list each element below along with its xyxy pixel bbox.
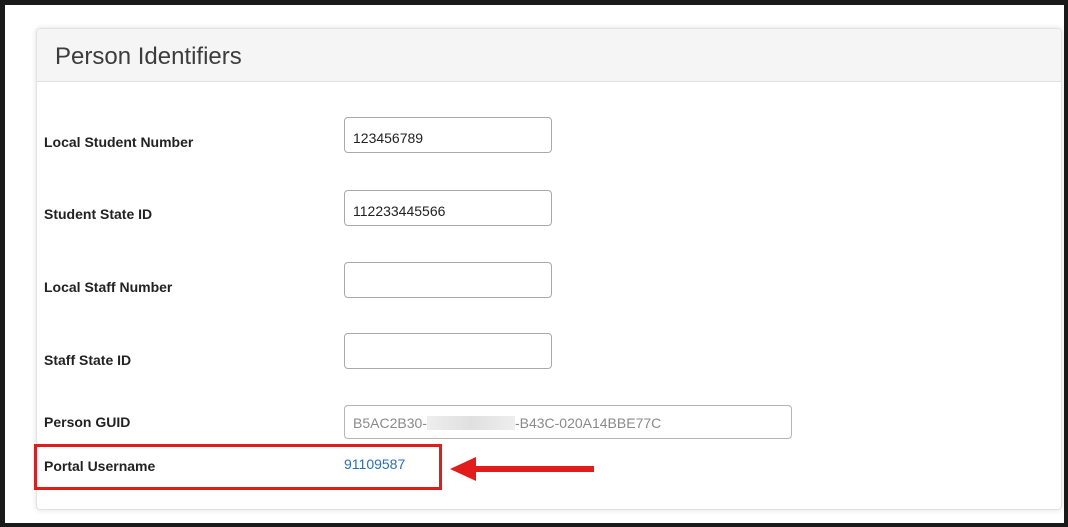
panel-title: Person Identifiers (55, 43, 242, 70)
staff-state-id-input[interactable] (344, 333, 552, 369)
person-guid-value-end: -B43C-020A14BBE77C (514, 415, 662, 431)
local-student-number-input[interactable] (344, 117, 552, 153)
student-state-id-input[interactable] (344, 190, 552, 226)
local-staff-number-label: Local Staff Number (44, 279, 173, 295)
panel-header: Person Identifiers (37, 29, 1061, 82)
person-guid-label: Person GUID (44, 414, 131, 430)
staff-state-id-label: Staff State ID (44, 352, 132, 368)
arrow-left-icon (450, 457, 594, 481)
local-student-number-label: Local Student Number (44, 134, 194, 150)
highlight-box (34, 444, 442, 490)
person-guid-field[interactable]: B5AC2B30- -B43C-020A14BBE77C (344, 405, 792, 439)
redacted-segment (426, 416, 515, 430)
local-staff-number-input[interactable] (344, 262, 552, 298)
person-guid-value-start: B5AC2B30- (353, 415, 427, 431)
student-state-id-label: Student State ID (44, 206, 153, 222)
